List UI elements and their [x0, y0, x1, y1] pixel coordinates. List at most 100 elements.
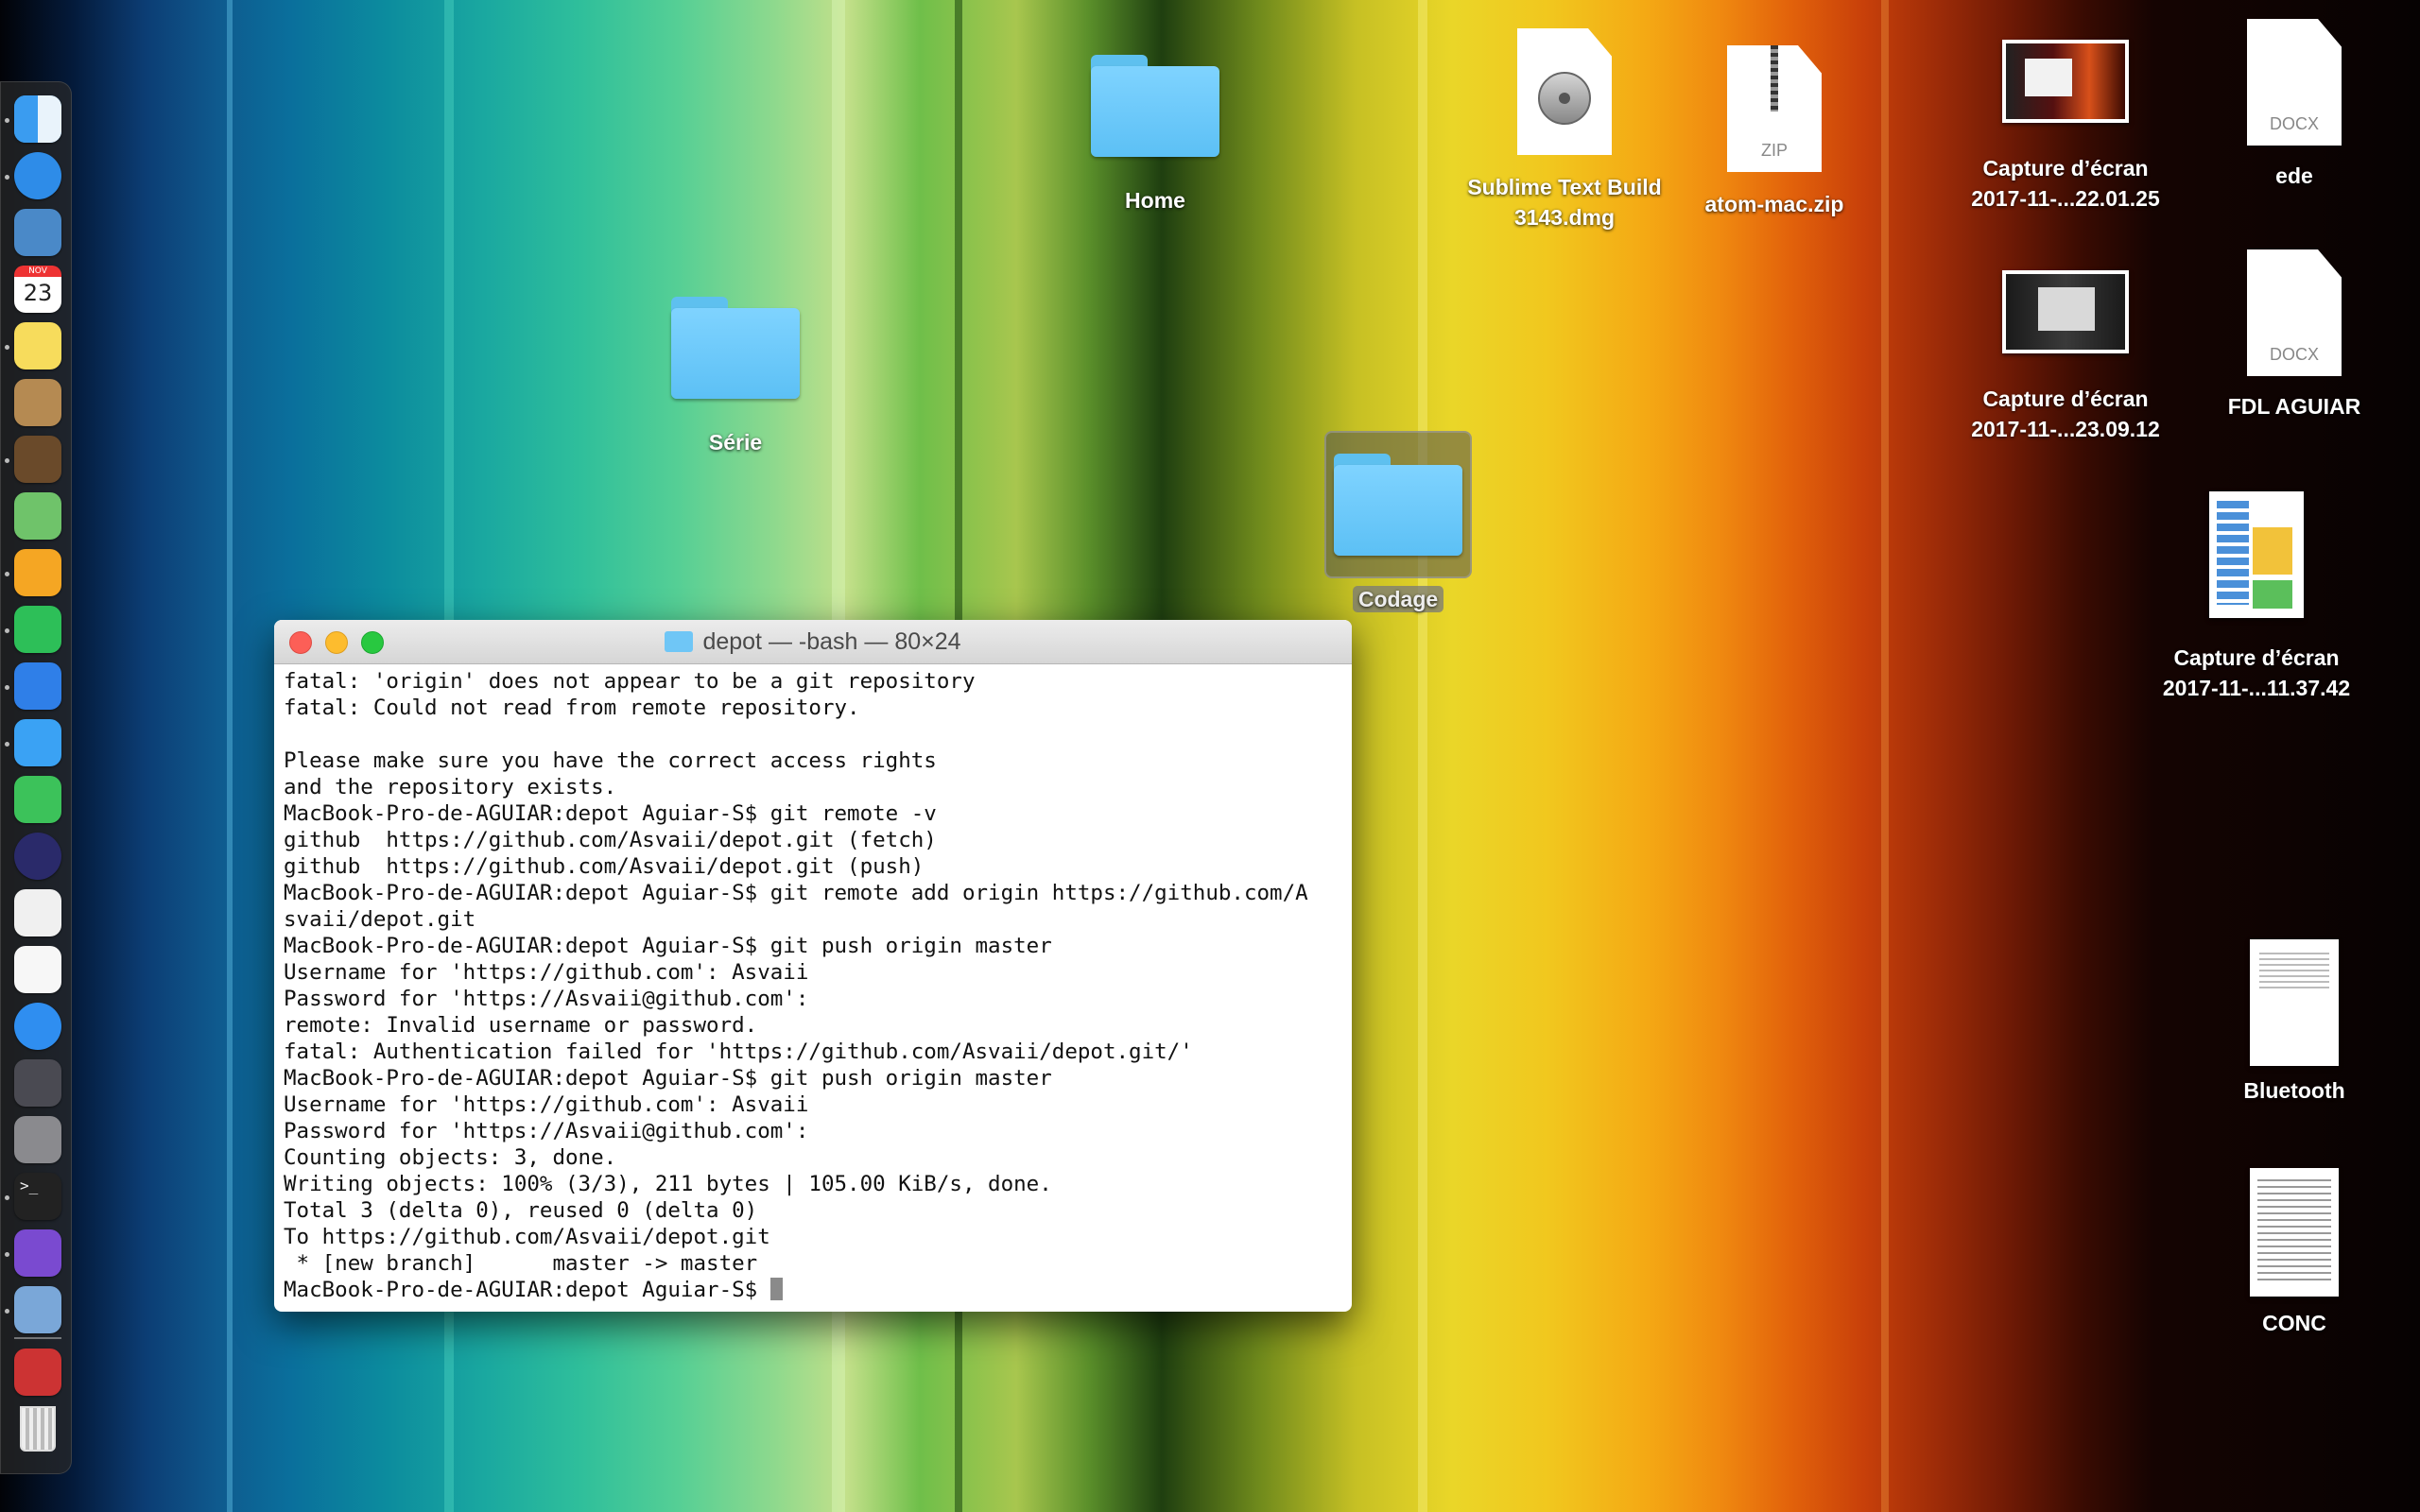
pages-icon[interactable]: [14, 549, 61, 596]
terminal-line: fatal: Could not read from remote reposi…: [284, 696, 860, 720]
desktop-folder-codage[interactable]: Codage: [1289, 431, 1507, 614]
running-indicator: [5, 458, 9, 463]
launchpad-icon[interactable]: [14, 1059, 61, 1107]
terminal-window[interactable]: depot — -bash — 80×24 fatal: 'origin' do…: [274, 620, 1352, 1312]
desktop-file-conc[interactable]: CONC: [2186, 1168, 2403, 1338]
desktop-file-atom-zip[interactable]: ZIP atom-mac.zip: [1666, 45, 1883, 219]
desktop-item-label: ede: [2275, 163, 2313, 188]
garageband-icon[interactable]: [14, 436, 61, 483]
terminal-cursor: [769, 1278, 783, 1300]
terminal-line: Username for 'https://github.com': Asvai…: [284, 960, 809, 985]
desktop-file-screenshot-230912[interactable]: Capture d’écran 2017-11-...23.09.12: [1957, 270, 2174, 444]
mail-icon[interactable]: [14, 209, 61, 256]
maps-icon[interactable]: [14, 492, 61, 540]
calendar-icon[interactable]: NOV 23: [14, 266, 61, 313]
desktop-file-screenshot-220125[interactable]: Capture d’écran 2017-11-...22.01.25: [1957, 40, 2174, 214]
dock-separator: [14, 1337, 61, 1339]
preview-icon[interactable]: [14, 1286, 61, 1333]
zip-archive-icon: ZIP: [1727, 45, 1822, 172]
running-indicator: [5, 1195, 9, 1200]
terminal-line: Please make sure you have the correct ac…: [284, 748, 937, 773]
itunes-icon[interactable]: [14, 946, 61, 993]
dock: NOV 23 >_: [0, 81, 72, 1474]
desktop-file-screenshot-113742[interactable]: Capture d’écran 2017-11-...11.37.42: [2148, 491, 2365, 703]
terminal-icon[interactable]: >_: [14, 1173, 61, 1220]
facetime-icon[interactable]: [14, 776, 61, 823]
terminal-line: MacBook-Pro-de-AGUIAR:depot Aguiar-S$: [284, 1277, 1342, 1303]
desktop-folder-serie[interactable]: Série: [627, 297, 844, 457]
calendar-month: NOV: [14, 266, 61, 277]
terminal-line: remote: Invalid username or password.: [284, 1013, 758, 1038]
document-preview-icon: [2250, 939, 2339, 1066]
running-indicator: [5, 1309, 9, 1314]
folder-icon: [671, 297, 800, 399]
running-indicator: [5, 628, 9, 633]
terminal-output[interactable]: fatal: 'origin' does not appear to be a …: [274, 664, 1352, 1303]
contacts-icon[interactable]: [14, 379, 61, 426]
desktop-item-label: Home: [1125, 188, 1185, 213]
screenshot-thumbnail-icon: [2002, 270, 2129, 353]
terminal-line: fatal: 'origin' does not appear to be a …: [284, 669, 976, 694]
terminal-line: Password for 'https://Asvaii@github.com'…: [284, 1119, 809, 1143]
running-indicator: [5, 685, 9, 690]
terminal-line: github https://github.com/Asvaii/depot.g…: [284, 854, 925, 879]
terminal-titlebar[interactable]: depot — -bash — 80×24: [274, 620, 1352, 664]
calendar-day: 23: [23, 280, 53, 306]
folder-icon: [1334, 454, 1462, 556]
terminal-line: MacBook-Pro-de-AGUIAR:depot Aguiar-S$ gi…: [284, 934, 1052, 958]
file-extension-label: ZIP: [1760, 141, 1788, 160]
desktop-item-label-line2: 2017-11-...23.09.12: [1971, 417, 2160, 441]
desktop-item-label: Sublime Text Build: [1467, 175, 1662, 199]
keynote-icon[interactable]: [14, 662, 61, 710]
siri-icon[interactable]: [14, 833, 61, 880]
github-desktop-icon[interactable]: [14, 1229, 61, 1277]
desktop-item-label-line2: 3143.dmg: [1513, 205, 1616, 230]
terminal-line: and the repository exists.: [284, 775, 617, 799]
terminal-line: * [new branch] master -> master: [284, 1251, 758, 1276]
terminal-line: MacBook-Pro-de-AGUIAR:depot Aguiar-S$ gi…: [284, 801, 937, 826]
terminal-line: Username for 'https://github.com': Asvai…: [284, 1092, 809, 1117]
desktop-file-sublime-dmg[interactable]: Sublime Text Build 3143.dmg: [1456, 28, 1673, 232]
terminal-line: github https://github.com/Asvaii/depot.g…: [284, 828, 937, 852]
desktop-item-label: CONC: [2262, 1311, 2326, 1335]
desktop-item-label: Capture d’écran: [1982, 156, 2149, 180]
desktop-item-label: Bluetooth: [2243, 1078, 2345, 1103]
wallpaper-streak: [227, 0, 233, 1512]
safari-icon[interactable]: [14, 152, 61, 199]
screenshot-stack-icon[interactable]: [14, 1349, 61, 1396]
desktop-item-label-line2: 2017-11-...22.01.25: [1971, 186, 2160, 211]
running-indicator: [5, 175, 9, 180]
running-indicator: [5, 742, 9, 747]
screenshot-thumbnail-icon: [2002, 40, 2129, 123]
app-store-icon[interactable]: [14, 1003, 61, 1050]
window-title: depot — -bash — 80×24: [702, 628, 961, 655]
folder-icon: [1091, 55, 1219, 157]
notes-icon[interactable]: [14, 322, 61, 369]
document-preview-icon: [2250, 1168, 2339, 1297]
selection-highlight: [1324, 431, 1472, 578]
trash-icon[interactable]: [14, 1405, 61, 1452]
terminal-line: svaii/depot.git: [284, 907, 476, 932]
finder-icon[interactable]: [14, 95, 61, 143]
desktop-file-bluetooth[interactable]: Bluetooth: [2186, 939, 2403, 1106]
wallpaper-streak: [1418, 0, 1427, 1512]
photos-icon[interactable]: [14, 889, 61, 936]
desktop-item-label: Capture d’écran: [2173, 645, 2340, 670]
numbers-icon[interactable]: [14, 606, 61, 653]
terminal-line: MacBook-Pro-de-AGUIAR:depot Aguiar-S$ gi…: [284, 881, 1308, 905]
terminal-line: Writing objects: 100% (3/3), 211 bytes |…: [284, 1172, 1052, 1196]
running-indicator: [5, 345, 9, 350]
messages-icon[interactable]: [14, 719, 61, 766]
running-indicator: [5, 1252, 9, 1257]
desktop-file-fdl-aguiar-docx[interactable]: DOCX FDL AGUIAR: [2186, 249, 2403, 421]
running-indicator: [5, 118, 9, 123]
docx-icon: DOCX: [2247, 249, 2342, 376]
desktop-file-ede-docx[interactable]: DOCX ede: [2186, 19, 2403, 191]
system-preferences-icon[interactable]: [14, 1116, 61, 1163]
desktop-folder-home[interactable]: Home: [1046, 55, 1264, 215]
wallpaper-streak: [1881, 0, 1889, 1512]
terminal-line: Total 3 (delta 0), reused 0 (delta 0): [284, 1198, 758, 1223]
running-indicator: [5, 572, 9, 576]
docx-icon: DOCX: [2247, 19, 2342, 146]
